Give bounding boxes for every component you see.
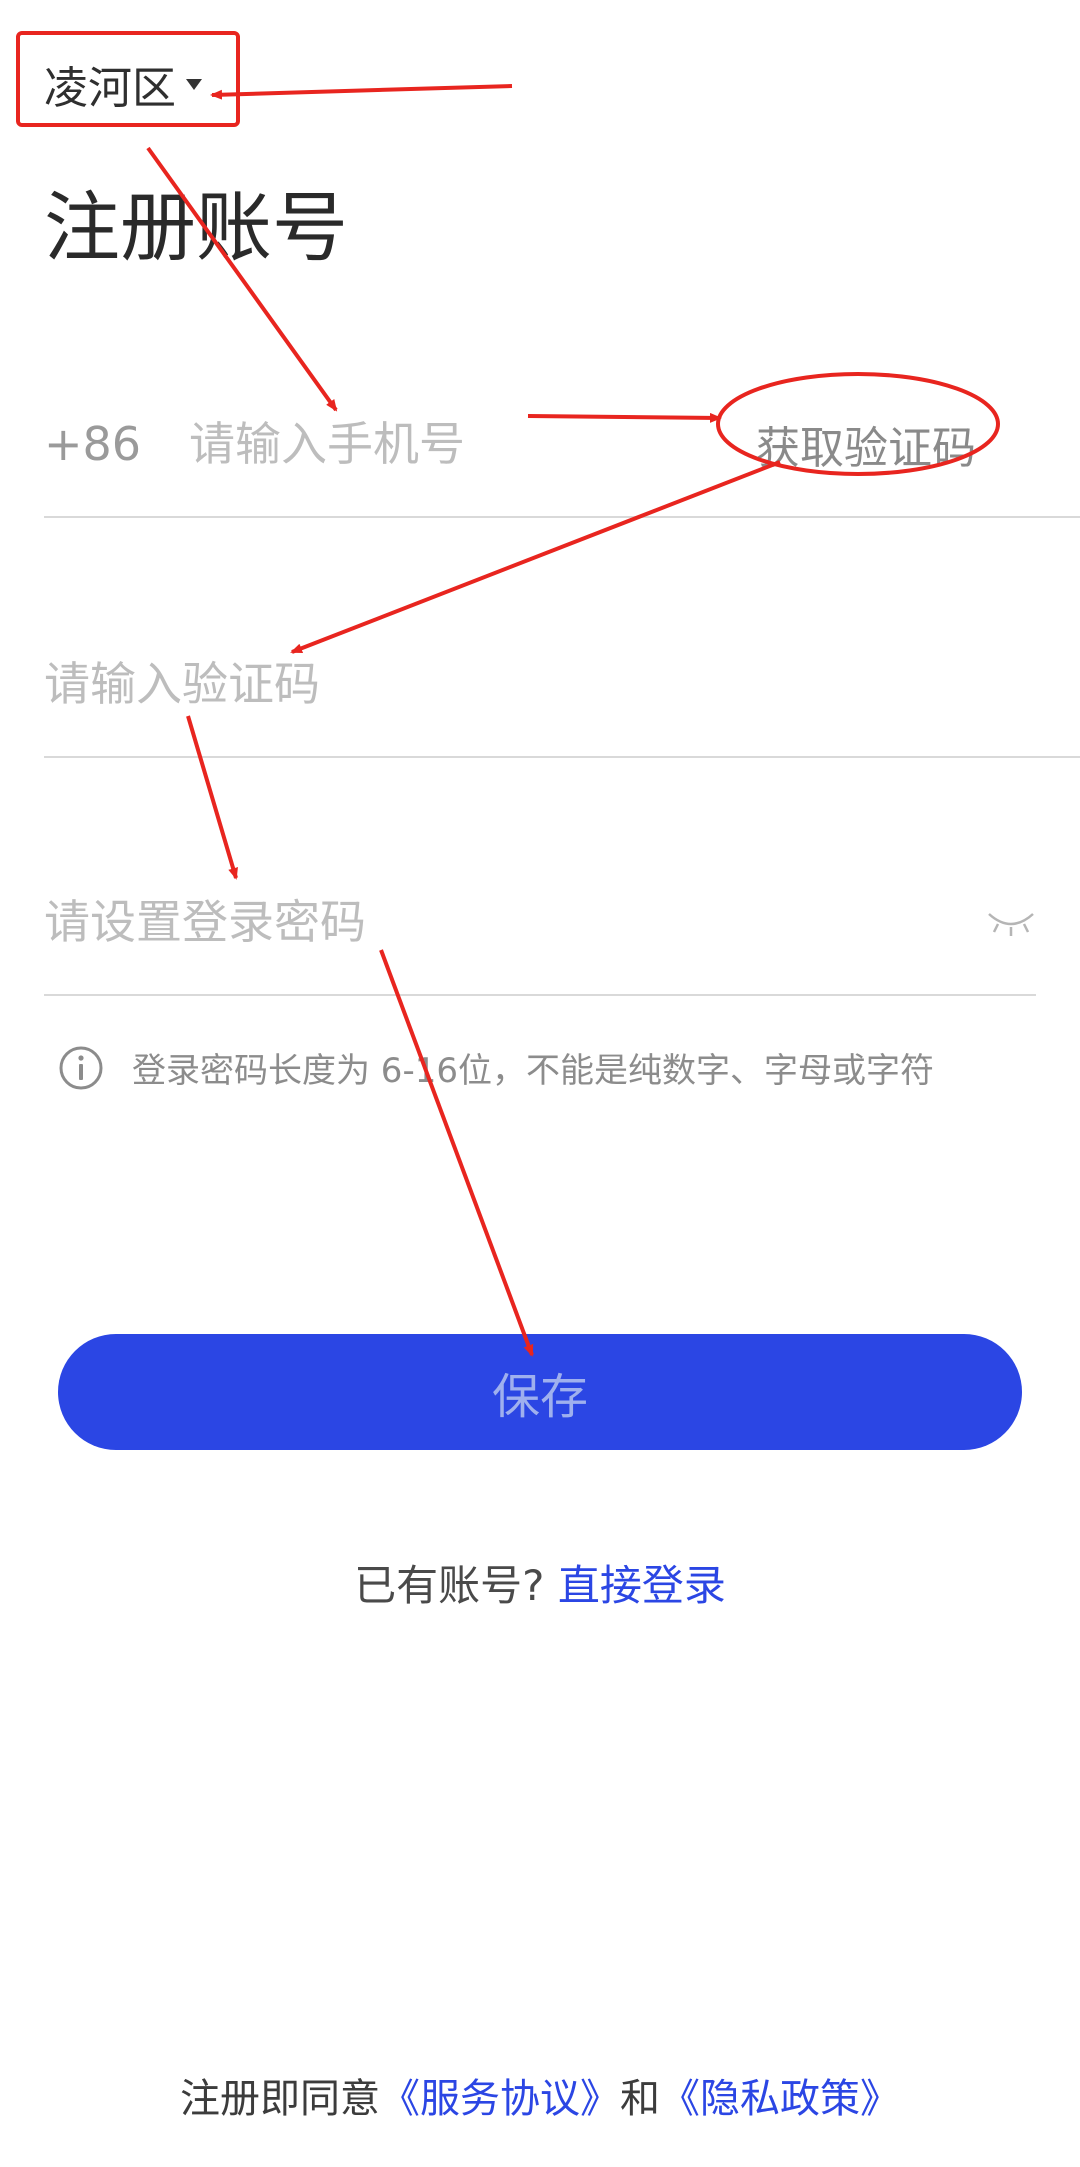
region-selector[interactable]: 凌河区 (44, 52, 202, 116)
divider (44, 994, 1036, 996)
divider (44, 516, 1080, 518)
country-code[interactable]: +86 (44, 417, 189, 471)
save-button[interactable]: 保存 (58, 1334, 1022, 1450)
login-prompt: 已有账号? 直接登录 (0, 1552, 1080, 1613)
region-label: 凌河区 (44, 63, 176, 114)
caret-down-icon (186, 78, 202, 90)
service-agreement-link[interactable]: 《服务协议》 (380, 2076, 620, 2122)
info-icon (59, 1046, 103, 1089)
privacy-policy-link[interactable]: 《隐私政策》 (660, 2076, 900, 2122)
annotation-arrow (379, 949, 534, 1357)
password-hint-text: 登录密码长度为 6-16位，不能是纯数字、字母或字符 (132, 1051, 934, 1091)
divider (44, 756, 1080, 758)
password-field-row (44, 848, 1036, 996)
agreement-line: 注册即同意《服务协议》和《隐私政策》 (0, 2066, 1080, 2124)
login-prompt-text: 已有账号? (354, 1561, 545, 1610)
phone-input[interactable] (189, 417, 749, 471)
agreement-and: 和 (620, 2076, 660, 2122)
direct-login-link[interactable]: 直接登录 (558, 1561, 726, 1610)
password-hint: 登录密码长度为 6-16位，不能是纯数字、字母或字符 (58, 1043, 934, 1092)
agreement-prefix: 注册即同意 (180, 2076, 380, 2122)
page-title: 注册账号 (44, 183, 348, 272)
get-code-button[interactable]: 获取验证码 (756, 412, 976, 476)
verification-code-input[interactable] (44, 657, 944, 711)
password-input[interactable] (44, 895, 904, 949)
code-field-row (44, 610, 1080, 758)
register-page: 凌河区 注册账号 +86 获取验证码 登录密码长度为 6-16位，不能是纯数字、… (0, 0, 1080, 2167)
phone-field-row: +86 获取验证码 (44, 370, 1080, 518)
eye-closed-icon[interactable] (986, 902, 1036, 942)
annotation-arrow (210, 84, 513, 100)
